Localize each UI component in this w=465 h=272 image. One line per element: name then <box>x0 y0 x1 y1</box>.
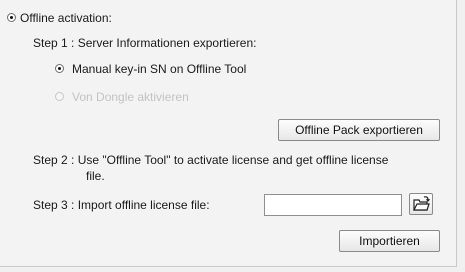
radio-selected-dot <box>10 16 13 19</box>
step3-label: Step 3 : Import offline license file: <box>33 198 210 212</box>
radio-selected-dot <box>58 67 61 70</box>
manual-keyin-label: Manual key-in SN on Offline Tool <box>72 62 247 76</box>
step2-text-line2: file. <box>86 169 105 183</box>
import-button[interactable]: Importieren <box>339 230 440 252</box>
step2-text-line1: Step 2 : Use "Offline Tool" to activate … <box>33 153 389 167</box>
step1-label: Step 1 : Server Informationen exportiere… <box>33 36 257 50</box>
dongle-radio[interactable] <box>55 92 64 101</box>
offline-activation-label: Offline activation: <box>20 11 112 25</box>
offline-license-file-input[interactable] <box>264 194 402 216</box>
manual-keyin-radio[interactable] <box>55 64 64 73</box>
offline-activation-panel: Offline activation: Step 1 : Server Info… <box>0 0 457 267</box>
browse-file-button[interactable] <box>409 193 433 215</box>
export-offline-pack-button[interactable]: Offline Pack exportieren <box>278 119 440 141</box>
dongle-label: Von Dongle aktivieren <box>72 90 189 104</box>
folder-open-icon <box>413 196 430 211</box>
offline-activation-radio[interactable] <box>7 13 16 22</box>
